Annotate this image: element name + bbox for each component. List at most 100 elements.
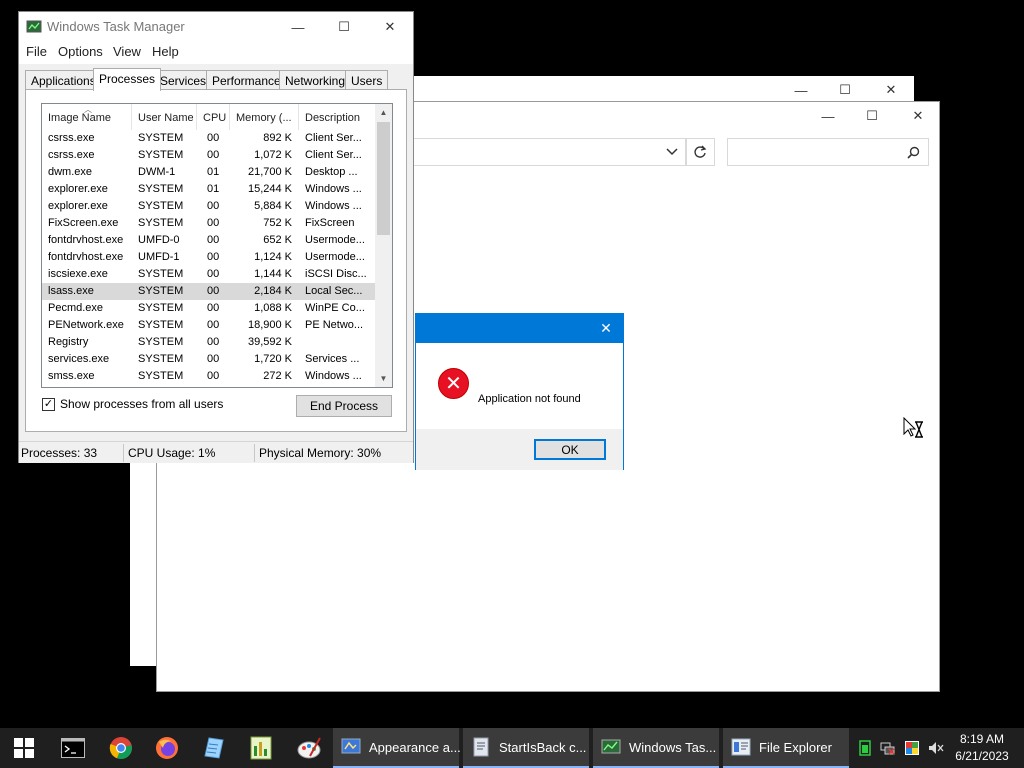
table-row[interactable]: fontdrvhost.exe UMFD-1 00 1,124 K Usermode..…	[42, 249, 376, 266]
chrome-icon[interactable]	[106, 733, 136, 763]
maximize-icon[interactable]: ☐	[849, 102, 895, 130]
cell-user: SYSTEM	[138, 268, 184, 280]
display-color-icon[interactable]	[904, 740, 920, 756]
menu-bar: File Options View Help	[19, 42, 413, 64]
table-row[interactable]: explorer.exe SYSTEM 01 15,244 K Windows ...	[42, 181, 376, 198]
status-divider	[254, 444, 255, 462]
cell-desc: Windows ...	[305, 370, 362, 382]
task-manager-icon	[601, 739, 621, 754]
command-prompt-icon[interactable]	[58, 733, 88, 763]
error-dialog[interactable]: ✕ ✕ Application not found OK	[415, 313, 624, 470]
title-bar[interactable]: Windows Task Manager — ☐ ✕	[19, 12, 413, 42]
maximize-icon[interactable]: ☐	[822, 76, 868, 104]
minimize-icon[interactable]: —	[805, 102, 851, 130]
minimize-icon[interactable]: —	[275, 12, 321, 42]
column-user-name[interactable]: User Name	[132, 104, 197, 130]
firefox-icon[interactable]	[152, 733, 182, 763]
cell-user: UMFD-1	[138, 251, 180, 263]
window-title: Windows Task Manager	[47, 19, 185, 34]
search-input[interactable]	[727, 138, 929, 166]
cell-image: Registry	[48, 336, 89, 348]
cell-image: FixScreen.exe	[48, 217, 119, 229]
spreadsheet-icon[interactable]	[246, 733, 276, 763]
table-row[interactable]: explorer.exe SYSTEM 00 5,884 K Windows ...	[42, 198, 376, 215]
refresh-button[interactable]	[685, 138, 715, 166]
table-row[interactable]: Registry SYSTEM 00 39,592 K	[42, 334, 376, 351]
ok-button[interactable]: OK	[534, 439, 606, 460]
cell-mem: 18,900 K	[247, 319, 292, 331]
volume-muted-icon[interactable]	[928, 740, 944, 756]
process-list[interactable]: Image Name ︿ User Name CPU Memory (... D…	[41, 103, 393, 388]
menu-help[interactable]: Help	[152, 44, 179, 59]
cell-mem: 1,124 K	[254, 251, 292, 263]
status-cpu: CPU Usage: 1%	[128, 446, 216, 460]
table-row[interactable]: smss.exe SYSTEM 00 272 K Windows ...	[42, 368, 376, 385]
show-all-label[interactable]: Show processes from all users	[60, 397, 223, 411]
table-row[interactable]: csrss.exe SYSTEM 00 1,072 K Client Ser...	[42, 147, 376, 164]
table-row[interactable]: Pecmd.exe SYSTEM 00 1,088 K WinPE Co...	[42, 300, 376, 317]
status-processes: Processes: 33	[21, 446, 98, 460]
cell-desc: Windows ...	[305, 183, 362, 195]
menu-options[interactable]: Options	[58, 44, 103, 59]
cell-image: fontdrvhost.exe	[48, 234, 124, 246]
table-row[interactable]: lsass.exe SYSTEM 00 2,184 K Local Sec...	[42, 283, 376, 300]
cell-mem: 39,592 K	[247, 336, 292, 348]
tab-services[interactable]: Services	[154, 70, 213, 90]
cell-image: smss.exe	[48, 370, 95, 382]
appearance-icon	[341, 738, 361, 754]
taskbar-button-startisback[interactable]: StartIsBack c...	[463, 728, 589, 768]
tab-networking[interactable]: Networking	[279, 70, 352, 90]
battery-icon[interactable]	[857, 740, 873, 756]
table-row[interactable]: fontdrvhost.exe UMFD-0 00 652 K Usermode...	[42, 232, 376, 249]
scrollbar-thumb[interactable]	[377, 122, 390, 235]
column-memory[interactable]: Memory (...	[230, 104, 299, 130]
scroll-up-icon[interactable]: ▲	[375, 104, 392, 121]
cell-image: csrss.exe	[48, 132, 95, 144]
paint-icon[interactable]	[294, 733, 324, 763]
dialog-title-bar[interactable]: ✕	[416, 314, 623, 343]
notepad-icon[interactable]	[200, 733, 230, 763]
task-manager-window[interactable]: Windows Task Manager — ☐ ✕ File Options …	[18, 11, 414, 463]
cell-desc: Services ...	[305, 353, 360, 365]
taskbar-button-file-explorer[interactable]: File Explorer	[723, 728, 849, 768]
vertical-scrollbar[interactable]: ▲ ▼	[375, 104, 392, 387]
tab-applications[interactable]: Applications	[25, 70, 102, 90]
cell-user: SYSTEM	[138, 149, 184, 161]
menu-file[interactable]: File	[26, 44, 47, 59]
table-row[interactable]: iscsiexe.exe SYSTEM 00 1,144 K iSCSI Disc...	[42, 266, 376, 283]
taskbar-button-appearance[interactable]: Appearance a...	[333, 728, 461, 768]
cell-cpu: 01	[207, 166, 220, 178]
status-bar: Processes: 33 CPU Usage: 1% Physical Mem…	[19, 441, 413, 463]
close-icon[interactable]: ✕	[868, 76, 914, 104]
table-row[interactable]: FixScreen.exe SYSTEM 00 752 K FixScreen	[42, 215, 376, 232]
close-icon[interactable]: ✕	[895, 102, 941, 130]
network-icon[interactable]	[880, 740, 896, 756]
column-cpu[interactable]: CPU	[197, 104, 230, 130]
column-description[interactable]: Description	[299, 104, 376, 130]
cell-cpu: 00	[207, 285, 220, 297]
chevron-down-icon[interactable]	[666, 148, 678, 156]
scroll-down-icon[interactable]: ▼	[375, 370, 392, 387]
close-icon[interactable]: ✕	[367, 12, 413, 42]
clock[interactable]: 8:19 AM 6/21/2023	[950, 731, 1014, 765]
close-icon[interactable]: ✕	[589, 314, 623, 343]
cell-image: PENetwork.exe	[48, 319, 124, 331]
cell-mem: 652 K	[263, 234, 292, 246]
tab-processes[interactable]: Processes	[93, 68, 162, 91]
tab-performance[interactable]: Performance	[206, 70, 287, 90]
show-all-checkbox[interactable]: ✓	[42, 398, 55, 411]
table-row[interactable]: services.exe SYSTEM 00 1,720 K Services ...	[42, 351, 376, 368]
cell-mem: 21,700 K	[247, 166, 292, 178]
table-row[interactable]: dwm.exe DWM-1 01 21,700 K Desktop ...	[42, 164, 376, 181]
start-button[interactable]	[9, 733, 39, 763]
maximize-icon[interactable]: ☐	[321, 12, 367, 42]
cell-image: lsass.exe	[48, 285, 94, 297]
menu-view[interactable]: View	[113, 44, 141, 59]
table-row[interactable]: csrss.exe SYSTEM 00 892 K Client Ser...	[42, 130, 376, 147]
taskbar-button-task-manager[interactable]: Windows Tas...	[593, 728, 719, 768]
task-manager-icon	[26, 20, 42, 33]
minimize-icon[interactable]: —	[778, 76, 824, 104]
end-process-button[interactable]: End Process	[296, 395, 392, 417]
tab-users[interactable]: Users	[345, 70, 389, 90]
table-row[interactable]: PENetwork.exe SYSTEM 00 18,900 K PE Netwo...	[42, 317, 376, 334]
